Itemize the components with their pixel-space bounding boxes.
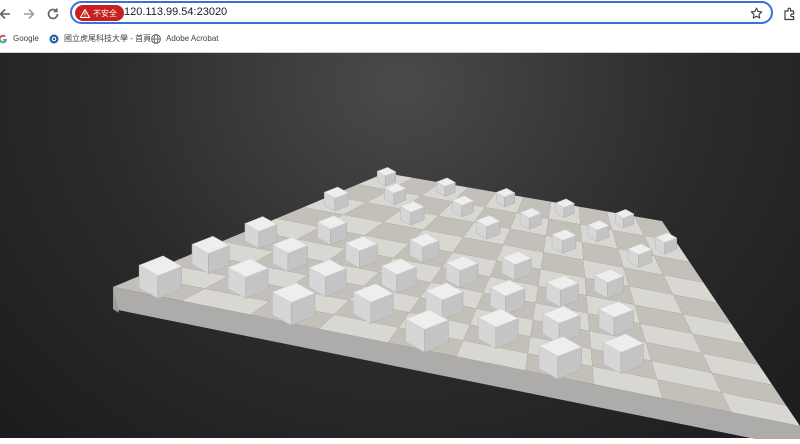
cube-piece[interactable] xyxy=(627,243,653,268)
cube-piece[interactable] xyxy=(519,207,542,230)
cube-piece[interactable] xyxy=(654,232,678,255)
reload-button[interactable] xyxy=(42,3,64,25)
cube-piece[interactable] xyxy=(587,220,610,243)
checkerboard-scene xyxy=(113,167,800,444)
cube-piece[interactable] xyxy=(376,167,397,187)
browser-toolbar: 不安全 120.113.99.54:23020 xyxy=(0,0,800,27)
cube-piece[interactable] xyxy=(323,186,349,212)
globe-icon xyxy=(150,33,161,44)
cube-piece[interactable] xyxy=(495,188,516,208)
cube-piece[interactable] xyxy=(451,195,475,218)
url-text[interactable]: 120.113.99.54:23020 xyxy=(124,6,227,18)
cube-piece[interactable] xyxy=(551,229,577,254)
arrow-left-icon xyxy=(0,8,10,20)
cube-piece[interactable] xyxy=(436,177,456,197)
warning-icon xyxy=(80,8,90,18)
bookmark-google[interactable]: Google xyxy=(0,33,39,44)
security-label: 不安全 xyxy=(93,8,117,18)
reload-icon xyxy=(47,8,59,20)
3d-viewport[interactable] xyxy=(0,52,800,444)
puzzle-icon xyxy=(784,7,795,21)
address-bar[interactable]: 不安全 120.113.99.54:23020 xyxy=(70,1,773,24)
bookmark-label: Adobe Acrobat xyxy=(166,34,219,43)
cube-piece[interactable] xyxy=(475,215,501,240)
cube-piece[interactable] xyxy=(384,183,407,206)
security-indicator[interactable]: 不安全 xyxy=(75,5,124,21)
forward-button[interactable] xyxy=(18,3,40,25)
cube-piece[interactable] xyxy=(614,209,635,229)
bookmark-label: Google xyxy=(13,34,39,43)
bookmark-label: 國立虎尾科技大學 - 首頁 xyxy=(64,34,152,43)
bookmarks-bar: Google 國立虎尾科技大學 - 首頁 Adobe Acrobat xyxy=(0,27,800,52)
ntust-logo-icon xyxy=(48,33,59,44)
star-icon xyxy=(750,7,762,19)
extensions-button[interactable] xyxy=(780,4,800,24)
cube-piece[interactable] xyxy=(399,200,425,226)
bookmark-star-button[interactable] xyxy=(748,5,764,21)
cube-piece[interactable] xyxy=(555,198,575,218)
google-icon xyxy=(0,33,8,44)
back-button[interactable] xyxy=(0,3,16,25)
arrow-right-icon xyxy=(24,8,35,20)
bookmark-ntust[interactable]: 國立虎尾科技大學 - 首頁 xyxy=(48,33,151,44)
bookmark-adobe-acrobat[interactable]: Adobe Acrobat xyxy=(150,33,218,44)
